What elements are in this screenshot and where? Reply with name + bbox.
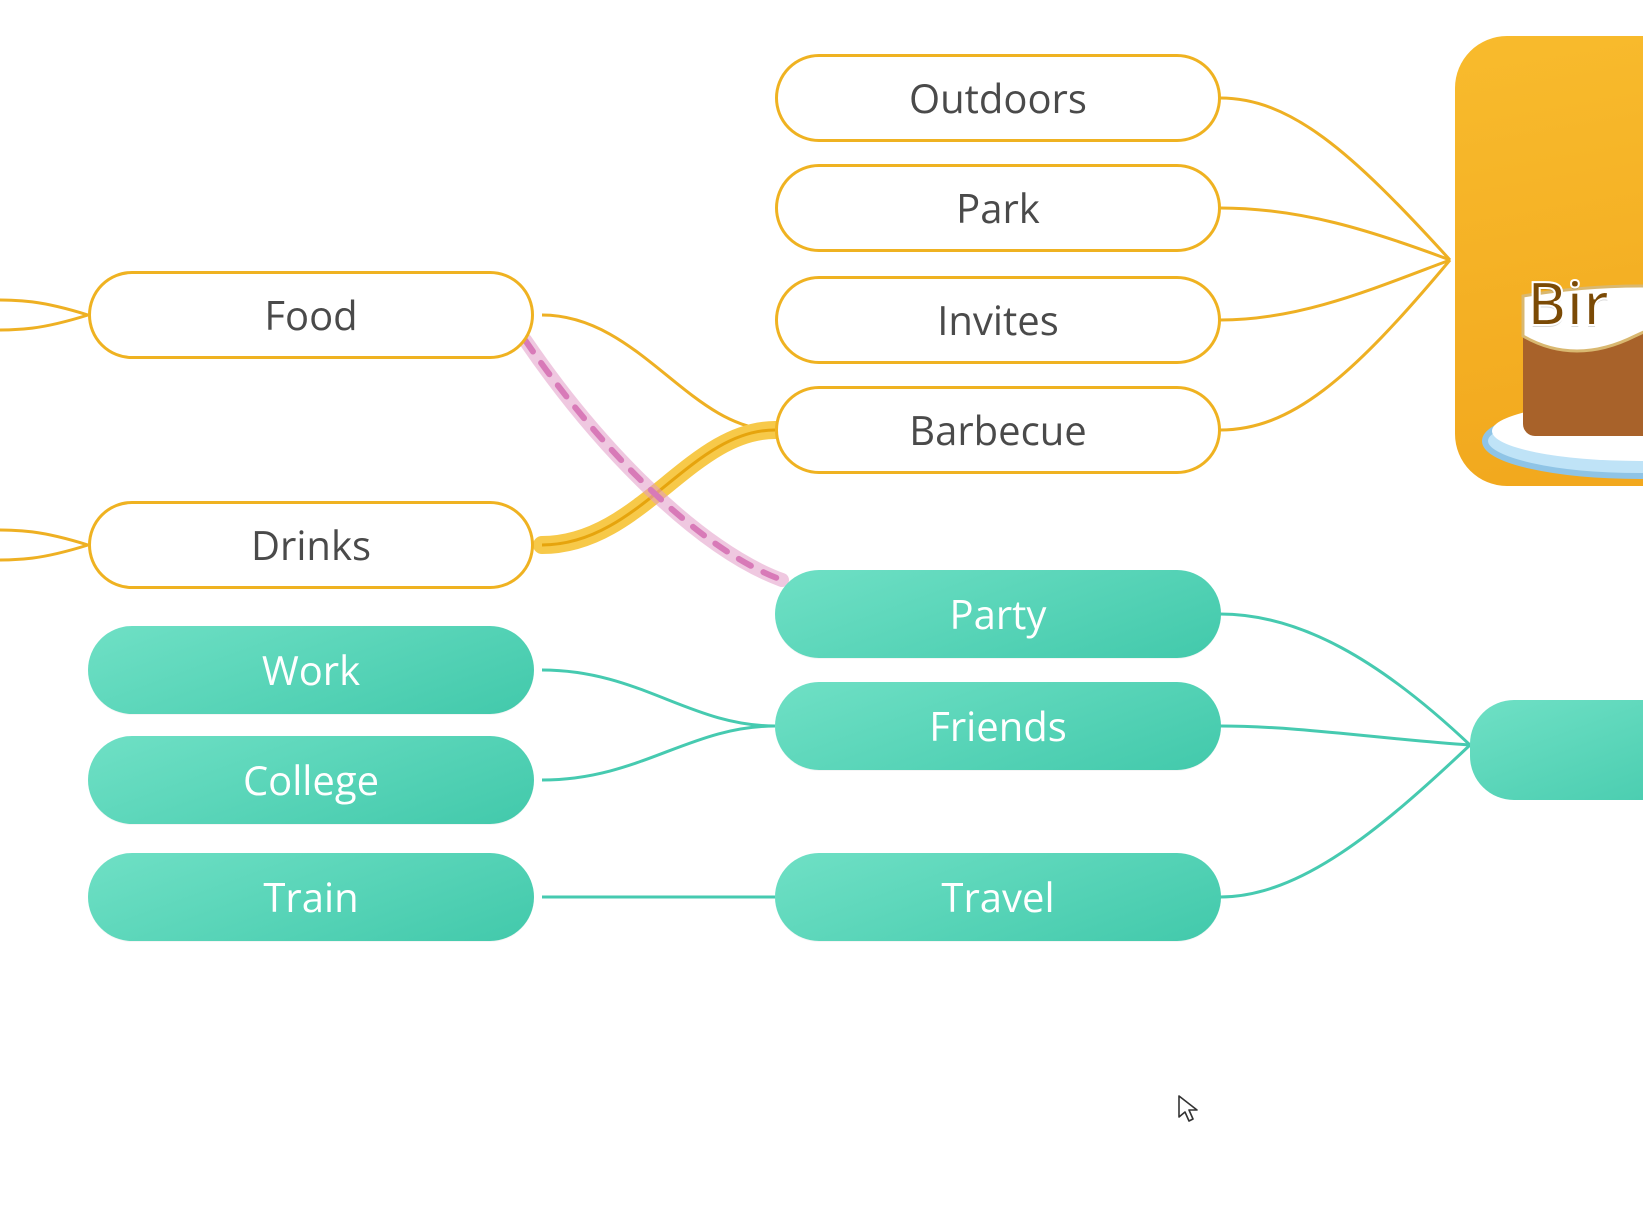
root-card[interactable]: Bir [1455,36,1643,486]
node-barbecue[interactable]: Barbecue [775,386,1221,474]
node-label: Food [264,295,357,335]
node-park[interactable]: Park [775,164,1221,252]
node-work[interactable]: Work [88,626,534,714]
node-college[interactable]: College [88,736,534,824]
teal-root[interactable] [1470,700,1643,800]
node-label: Party [950,594,1047,634]
node-drinks[interactable]: Drinks [88,501,534,589]
node-label: Outdoors [909,78,1087,118]
node-label: Train [263,877,358,917]
node-outdoors[interactable]: Outdoors [775,54,1221,142]
node-food[interactable]: Food [88,271,534,359]
node-friends[interactable]: Friends [775,682,1221,770]
node-label: Drinks [251,525,371,565]
mindmap-canvas[interactable]: Food Drinks Outdoors Park Invites Barbec… [0,0,1643,1218]
node-travel[interactable]: Travel [775,853,1221,941]
root-title: Bir [1527,261,1609,343]
node-label: Barbecue [909,410,1087,450]
cursor-icon [1177,1095,1199,1123]
node-invites[interactable]: Invites [775,276,1221,364]
node-label: College [243,760,379,800]
node-label: Travel [941,877,1054,917]
node-label: Friends [929,706,1067,746]
node-label: Park [956,188,1040,228]
node-label: Invites [937,300,1059,340]
node-train[interactable]: Train [88,853,534,941]
node-party[interactable]: Party [775,570,1221,658]
node-label: Work [262,650,360,690]
